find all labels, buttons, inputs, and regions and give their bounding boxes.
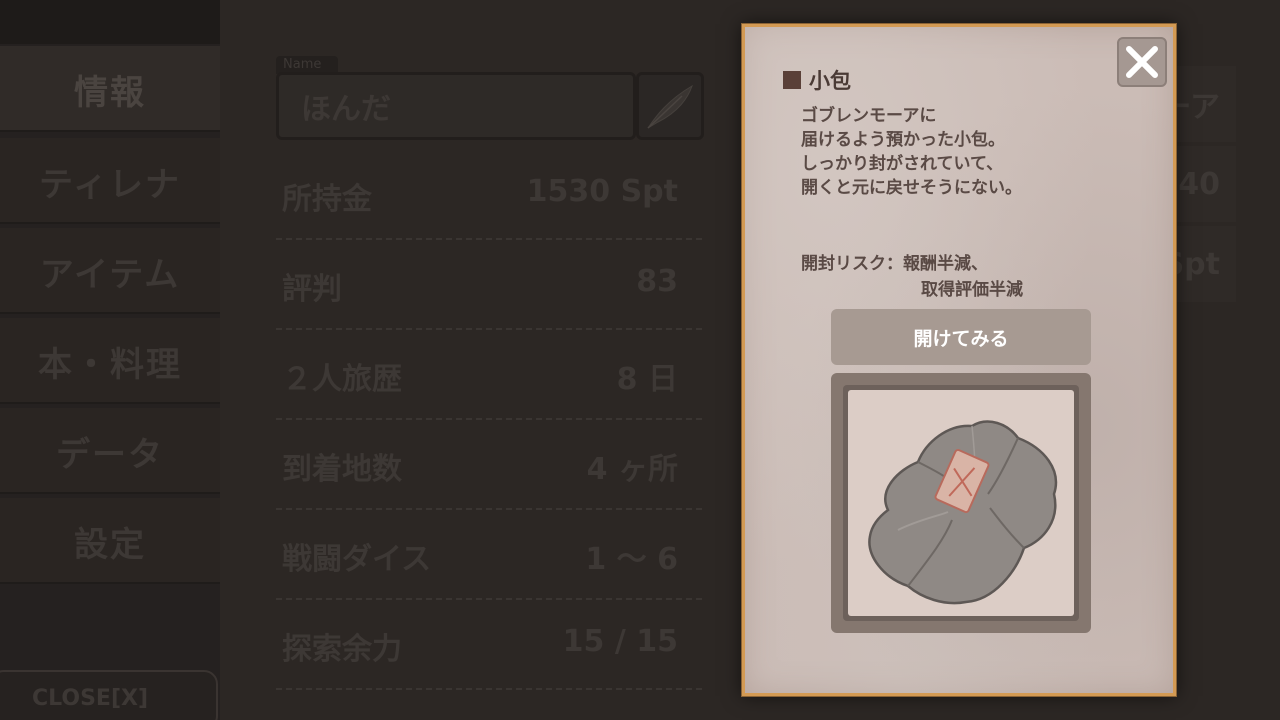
close-popup-button[interactable] [1117, 37, 1167, 87]
description-line: しっかり封がされていて、 [801, 154, 1004, 174]
game-screen: 情報 ティレナ アイテム 本・料理 データ 設定 CLOSE[X] Name ほ… [0, 0, 1280, 720]
close-icon [1126, 46, 1158, 78]
description-line: ゴブレンモーアに [801, 106, 937, 126]
stat-label: 所持金 [282, 182, 372, 217]
item-detail-popup: 小包 ゴブレンモーアに 届けるよう預かった小包。 しっかり封がされていて、 開く… [742, 24, 1176, 696]
popup-title: 小包 [783, 65, 851, 95]
package-icon [868, 420, 1058, 605]
sidebar-item-settings[interactable]: 設定 [0, 498, 220, 584]
open-package-button[interactable]: 開けてみる [831, 309, 1091, 365]
sidebar-item-data[interactable]: データ [0, 408, 220, 494]
risk-line: 取得評価半減 [921, 280, 1023, 300]
stat-label: 探索余力 [282, 632, 402, 667]
description-line: 開くと元に戻せそうにない。 [801, 178, 1022, 198]
name-field[interactable]: ほんだ [276, 72, 636, 140]
sidebar-item-books-cooking[interactable]: 本・料理 [0, 318, 220, 404]
sidebar-item-items[interactable]: アイテム [0, 228, 220, 314]
stat-label: 評判 [282, 272, 342, 307]
stat-row-destinations: 到着地数 4 ヶ所 [276, 420, 702, 510]
sidebar: 情報 ティレナ アイテム 本・料理 データ 設定 CLOSE[X] [0, 0, 220, 720]
sidebar-top-bar [0, 0, 220, 44]
stat-label: 到着地数 [282, 452, 402, 487]
stat-label: ２人旅歴 [282, 362, 402, 397]
stat-value: 15 / 15 [562, 624, 678, 659]
stat-label: 戦闘ダイス [282, 542, 432, 577]
stat-value: 1 ～ 6 [585, 542, 678, 577]
risk-line: 開封リスク：報酬半減、 [801, 254, 988, 274]
description-line: 届けるよう預かった小包。 [801, 130, 1005, 150]
edit-name-button[interactable] [636, 72, 704, 140]
sidebar-item-info[interactable]: 情報 [0, 46, 220, 132]
item-image [848, 390, 1074, 616]
stat-row-exploration: 探索余力 15 / 15 [276, 600, 702, 690]
quill-icon [647, 84, 693, 129]
stat-row-battle-dice: 戦闘ダイス 1 ～ 6 [276, 510, 702, 600]
title-square-icon [783, 71, 801, 89]
stat-row-reputation: 評判 83 [276, 240, 702, 330]
close-menu-button[interactable]: CLOSE[X] [0, 670, 218, 720]
item-image-border [843, 385, 1079, 621]
item-image-frame [831, 373, 1091, 633]
stat-value: 83 [636, 264, 678, 299]
stat-row-travel-days: ２人旅歴 8 日 [276, 330, 702, 420]
stat-value: 1530 Spt [526, 174, 678, 209]
stat-value: 4 ヶ所 [586, 452, 678, 487]
stat-row-money: 所持金 1530 Spt [276, 150, 702, 240]
item-name: 小包 [809, 69, 851, 93]
sidebar-item-tirena[interactable]: ティレナ [0, 138, 220, 224]
stat-value: 8 日 [616, 362, 678, 397]
